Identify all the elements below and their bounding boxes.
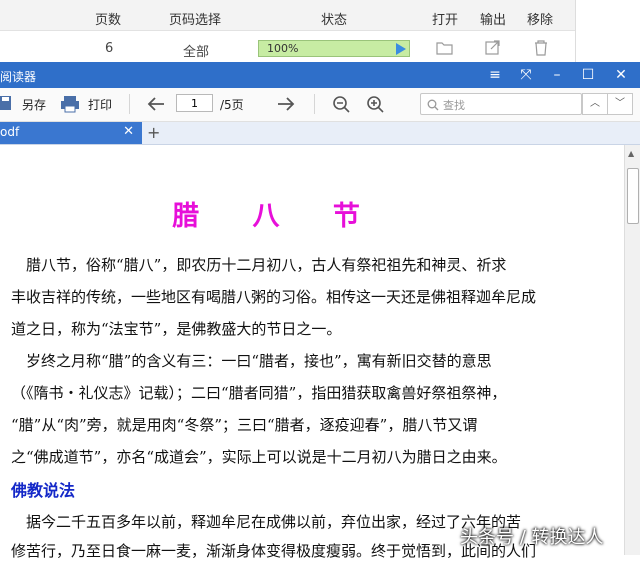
paragraph-line: （《隋书・礼仪志》记载）；二曰“腊者同猎”，指田猎获取禽兽好祭祖祭神， [11, 384, 507, 402]
converter-table: 页数 页码选择 状态 打开 输出 移除 6 全部 100% [0, 0, 640, 62]
tab-document[interactable]: odf ✕ [0, 122, 142, 144]
row-pages: 6 [105, 41, 114, 56]
trash-icon[interactable] [532, 40, 550, 56]
scroll-up-icon[interactable]: ▲ [628, 149, 634, 158]
zoom-out-icon[interactable] [332, 95, 350, 113]
search-input[interactable]: 查找 [420, 93, 582, 115]
watermark: 头条号 / 转换达人 [460, 527, 604, 548]
background-window-edge [575, 0, 640, 62]
window-title: 阅读器 [0, 70, 37, 84]
col-open: 打开 [432, 13, 459, 28]
search-next-button[interactable]: ﹀ [607, 93, 633, 115]
page-total: /5页 [220, 98, 244, 112]
progress-bar: 100% [258, 40, 410, 57]
search-icon [427, 99, 439, 111]
paragraph-line: 之“佛成道节”，亦名“成道会”，实际上可以说是十二月初八为腊日之由来。 [11, 448, 507, 466]
save-as-button[interactable]: 另存 [22, 96, 46, 113]
minimize-mini-icon[interactable]: – [542, 62, 572, 88]
print-icon[interactable] [60, 95, 80, 113]
close-tab-icon[interactable]: ✕ [123, 124, 134, 139]
menu-icon[interactable]: ≡ [480, 62, 510, 88]
section-heading: 佛教说法 [11, 481, 76, 500]
col-remove: 移除 [527, 13, 554, 28]
scrollbar-thumb[interactable] [627, 168, 639, 224]
paragraph-line: 修苦行，乃至日食一麻一麦，渐渐身体变得极度瘦弱。终于觉悟到，此间的人们 [11, 542, 537, 560]
tab-label: odf [0, 125, 20, 139]
new-tab-button[interactable]: + [147, 123, 160, 142]
col-range: 页码选择 [169, 13, 222, 28]
zoom-in-icon[interactable] [366, 95, 384, 113]
col-status: 状态 [321, 13, 348, 28]
arrow-left-icon[interactable] [146, 96, 166, 112]
progress-text: 100% [267, 42, 299, 55]
toolbar-divider [129, 94, 130, 114]
save-icon[interactable] [0, 95, 12, 111]
page-number-input[interactable]: 1 [176, 94, 213, 112]
paragraph-line: 丰收吉祥的传统，一些地区有喝腊八粥的习俗。相传这一天还是佛祖释迦牟尼成 [11, 288, 537, 306]
close-icon[interactable]: ✕ [606, 62, 636, 88]
paragraph-line: 岁终之月称“腊”的含义有三：一曰“腊者，接也”，寓有新旧交替的意思 [11, 352, 492, 370]
play-icon[interactable] [396, 43, 406, 55]
reader-titlebar[interactable]: 阅读器 ≡ ⤧ – ☐ ✕ [0, 62, 640, 88]
col-output: 输出 [480, 13, 507, 28]
tab-bar: odf ✕ + [0, 122, 640, 145]
fullscreen-icon[interactable]: ⤧ [511, 62, 541, 88]
export-icon[interactable] [484, 40, 502, 56]
converter-table-header: 页数 页码选择 状态 打开 输出 移除 [0, 0, 575, 31]
paragraph-line: “腊”从“肉”旁，就是用肉“冬祭”；三曰“腊者，逐疫迎春”，腊八节又谓 [11, 416, 478, 434]
paragraph-line: 据今二千五百多年以前，释迦牟尼在成佛以前，弃位出家，经过了六年的苦 [11, 513, 522, 531]
toolbar-divider [314, 94, 315, 114]
col-pages: 页数 [95, 13, 122, 28]
document-title: 腊 八 节 [172, 201, 382, 232]
arrow-right-icon[interactable] [276, 96, 296, 112]
search-placeholder: 查找 [443, 99, 465, 112]
maximize-icon[interactable]: ☐ [573, 62, 603, 88]
print-button[interactable]: 打印 [88, 96, 112, 113]
search-prev-button[interactable]: ︿ [582, 93, 608, 115]
paragraph-line: 道之日，称为“法宝节”，是佛教盛大的节日之一。 [11, 320, 342, 338]
folder-open-icon[interactable] [436, 40, 454, 56]
paragraph-line: 腊八节，俗称“腊八”，即农历十二月初八，古人有祭祀祖先和神灵、祈求 [11, 256, 507, 274]
row-range[interactable]: 全部 [183, 41, 209, 60]
